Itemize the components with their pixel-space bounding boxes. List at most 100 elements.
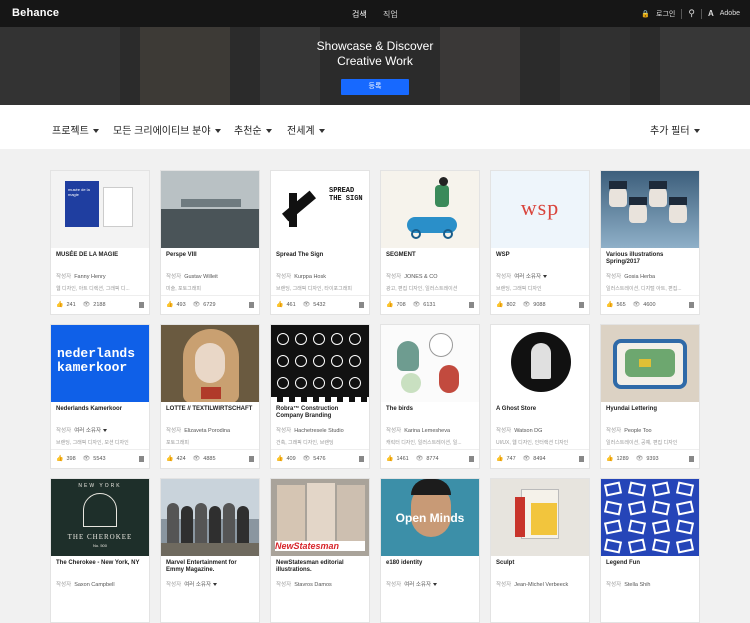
project-card[interactable]: wsp WSP 작성자 여러 소유자 브랜딩, 그래픽 디자인 👍 802 👁 908… xyxy=(490,170,590,315)
project-title[interactable]: The birds xyxy=(386,406,476,413)
project-thumbnail[interactable] xyxy=(271,325,369,402)
project-author[interactable]: 작성자 People Too xyxy=(606,426,652,434)
project-card[interactable]: A Ghost Store 작성자 Watson DG UI/UX, 웹 디자인,… xyxy=(490,324,590,469)
project-author[interactable]: 작성자 Jean-Michel Verbeeck xyxy=(496,580,568,588)
project-thumbnail[interactable] xyxy=(161,325,259,402)
project-card[interactable]: LOTTE // TEXTILWIRTSCHAFT 작성자 Elizaveta P… xyxy=(160,324,260,469)
project-thumbnail[interactable]: NEW YORK THE CHEROKEE No. 500 xyxy=(51,479,149,556)
project-card[interactable]: NEW YORK THE CHEROKEE No. 500 The Cherokee… xyxy=(50,478,150,623)
project-thumbnail[interactable]: musée de la magie xyxy=(51,171,149,248)
author-name[interactable]: People Too xyxy=(624,428,651,434)
bookmark-icon[interactable] xyxy=(139,302,144,308)
author-name[interactable]: Jean-Michel Verbeeck xyxy=(514,582,568,588)
project-title[interactable]: Various illustrations Spring/2017 xyxy=(606,252,696,266)
nav-jobs[interactable]: 직업 xyxy=(383,10,398,19)
project-title[interactable]: Marvel Entertainment for Emmy Magazine. xyxy=(166,560,256,574)
project-card[interactable]: Various illustrations Spring/2017 작성자 Gos… xyxy=(600,170,700,315)
project-card[interactable]: Legend Fun 작성자 Stella Shih xyxy=(600,478,700,623)
project-title[interactable]: NewStatesman editorial illustrations. xyxy=(276,560,366,574)
project-thumbnail[interactable] xyxy=(601,325,699,402)
bookmark-icon[interactable] xyxy=(469,302,474,308)
author-name[interactable]: Stella Shih xyxy=(624,582,650,588)
project-card[interactable]: NewStatesman NewStatesman editorial illu… xyxy=(270,478,370,623)
project-title[interactable]: Nederlands Kamerkoor xyxy=(56,406,146,413)
project-title[interactable]: Robra™ Construction Company Branding xyxy=(276,406,366,420)
project-title[interactable]: Legend Fun xyxy=(606,560,696,567)
project-author[interactable]: 작성자 Fanny Henry xyxy=(56,272,106,280)
project-author[interactable]: 작성자 Elizaveta Porodina xyxy=(166,426,230,434)
adobe-icon[interactable]: A xyxy=(708,9,714,18)
project-card[interactable]: SPREAD THE SIGN Spread The Sign 작성자 Kurpp… xyxy=(270,170,370,315)
project-thumbnail[interactable] xyxy=(161,479,259,556)
bookmark-icon[interactable] xyxy=(359,456,364,462)
bookmark-icon[interactable] xyxy=(579,302,584,308)
adobe-link[interactable]: Adobe xyxy=(720,10,740,17)
author-name[interactable]: Watson DG xyxy=(514,428,542,434)
project-author[interactable]: 작성자 여러 소유자 xyxy=(386,580,438,588)
project-card[interactable]: Robra™ Construction Company Branding 작성자… xyxy=(270,324,370,469)
bookmark-icon[interactable] xyxy=(139,456,144,462)
author-name[interactable]: Gustav Willeit xyxy=(184,274,218,280)
project-thumbnail[interactable] xyxy=(601,171,699,248)
project-thumbnail[interactable] xyxy=(491,479,589,556)
project-author[interactable]: 작성자 Stavros Damos xyxy=(276,580,332,588)
project-author[interactable]: 작성자 Gustav Willeit xyxy=(166,272,218,280)
project-card[interactable]: Open Minds e180 identity 작성자 여러 소유자 xyxy=(380,478,480,623)
author-name[interactable]: 여러 소유자 xyxy=(184,582,211,588)
projects-dropdown[interactable]: 프로젝트 xyxy=(52,122,99,137)
project-author[interactable]: 작성자 Stella Shih xyxy=(606,580,650,588)
fields-dropdown[interactable]: 모든 크리에이티브 분야 xyxy=(113,122,221,137)
project-card[interactable]: SEGMENT 작성자 JONES & CO 광고, 편집 디자인, 일러스트레이… xyxy=(380,170,480,315)
project-author[interactable]: 작성자 Watson DG xyxy=(496,426,542,434)
project-title[interactable]: Spread The Sign xyxy=(276,252,366,259)
region-dropdown[interactable]: 전세계 xyxy=(287,122,325,137)
project-thumbnail[interactable] xyxy=(381,171,479,248)
project-title[interactable]: Perspe VIII xyxy=(166,252,256,259)
project-thumbnail[interactable] xyxy=(491,325,589,402)
project-thumbnail[interactable] xyxy=(601,479,699,556)
project-thumbnail[interactable]: NewStatesman xyxy=(271,479,369,556)
project-thumbnail[interactable]: Open Minds xyxy=(381,479,479,556)
project-author[interactable]: 작성자 여러 소유자 xyxy=(166,580,218,588)
project-title[interactable]: MUSÉE DE LA MAGIE xyxy=(56,252,146,259)
author-name[interactable]: 여러 소유자 xyxy=(74,428,101,434)
author-name[interactable]: Karina Lemesheva xyxy=(404,428,450,434)
signup-button[interactable]: 등록 xyxy=(341,79,409,95)
behance-logo[interactable]: Behance xyxy=(12,7,59,19)
project-author[interactable]: 작성자 Saxon Campbell xyxy=(56,580,115,588)
project-title[interactable]: Sculpt xyxy=(496,560,586,567)
author-name[interactable]: Stavros Damos xyxy=(294,582,332,588)
project-title[interactable]: The Cherokee - New York, NY xyxy=(56,560,146,567)
project-author[interactable]: 작성자 Gosia Herba xyxy=(606,272,655,280)
project-card[interactable]: Hyundai Lettering 작성자 People Too 일러스트레이션,… xyxy=(600,324,700,469)
author-name[interactable]: Fanny Henry xyxy=(74,274,106,280)
project-card[interactable]: Perspe VIII 작성자 Gustav Willeit 미술, 포토그래피 … xyxy=(160,170,260,315)
bookmark-icon[interactable] xyxy=(689,456,694,462)
author-name[interactable]: Elizaveta Porodina xyxy=(184,428,230,434)
project-thumbnail[interactable]: nederlands kamerkoor xyxy=(51,325,149,402)
project-title[interactable]: WSP xyxy=(496,252,586,259)
project-author[interactable]: 작성자 Kurppa Hosk xyxy=(276,272,326,280)
author-name[interactable]: JONES & CO xyxy=(404,274,437,280)
author-name[interactable]: 여러 소유자 xyxy=(514,274,541,280)
author-name[interactable]: Saxon Campbell xyxy=(74,582,114,588)
project-card[interactable]: nederlands kamerkoor Nederlands Kamerkoo… xyxy=(50,324,150,469)
nav-search[interactable]: 검색 xyxy=(352,10,367,19)
login-link[interactable]: 로그인 xyxy=(656,9,675,19)
project-title[interactable]: Hyundai Lettering xyxy=(606,406,696,413)
project-thumbnail[interactable]: SPREAD THE SIGN xyxy=(271,171,369,248)
project-thumbnail[interactable] xyxy=(161,171,259,248)
bookmark-icon[interactable] xyxy=(579,456,584,462)
bookmark-icon[interactable] xyxy=(249,302,254,308)
project-card[interactable]: musée de la magie MUSÉE DE LA MAGIE 작성자 F… xyxy=(50,170,150,315)
search-icon[interactable]: ⚲ xyxy=(688,8,695,19)
bookmark-icon[interactable] xyxy=(359,302,364,308)
project-title[interactable]: A Ghost Store xyxy=(496,406,586,413)
project-author[interactable]: 작성자 여러 소유자 xyxy=(496,272,548,280)
project-author[interactable]: 작성자 Karina Lemesheva xyxy=(386,426,450,434)
more-filters-dropdown[interactable]: 추가 필터 xyxy=(650,122,700,137)
project-title[interactable]: LOTTE // TEXTILWIRTSCHAFT xyxy=(166,406,256,413)
project-thumbnail[interactable] xyxy=(381,325,479,402)
bookmark-icon[interactable] xyxy=(689,302,694,308)
project-author[interactable]: 작성자 JONES & CO xyxy=(386,272,438,280)
